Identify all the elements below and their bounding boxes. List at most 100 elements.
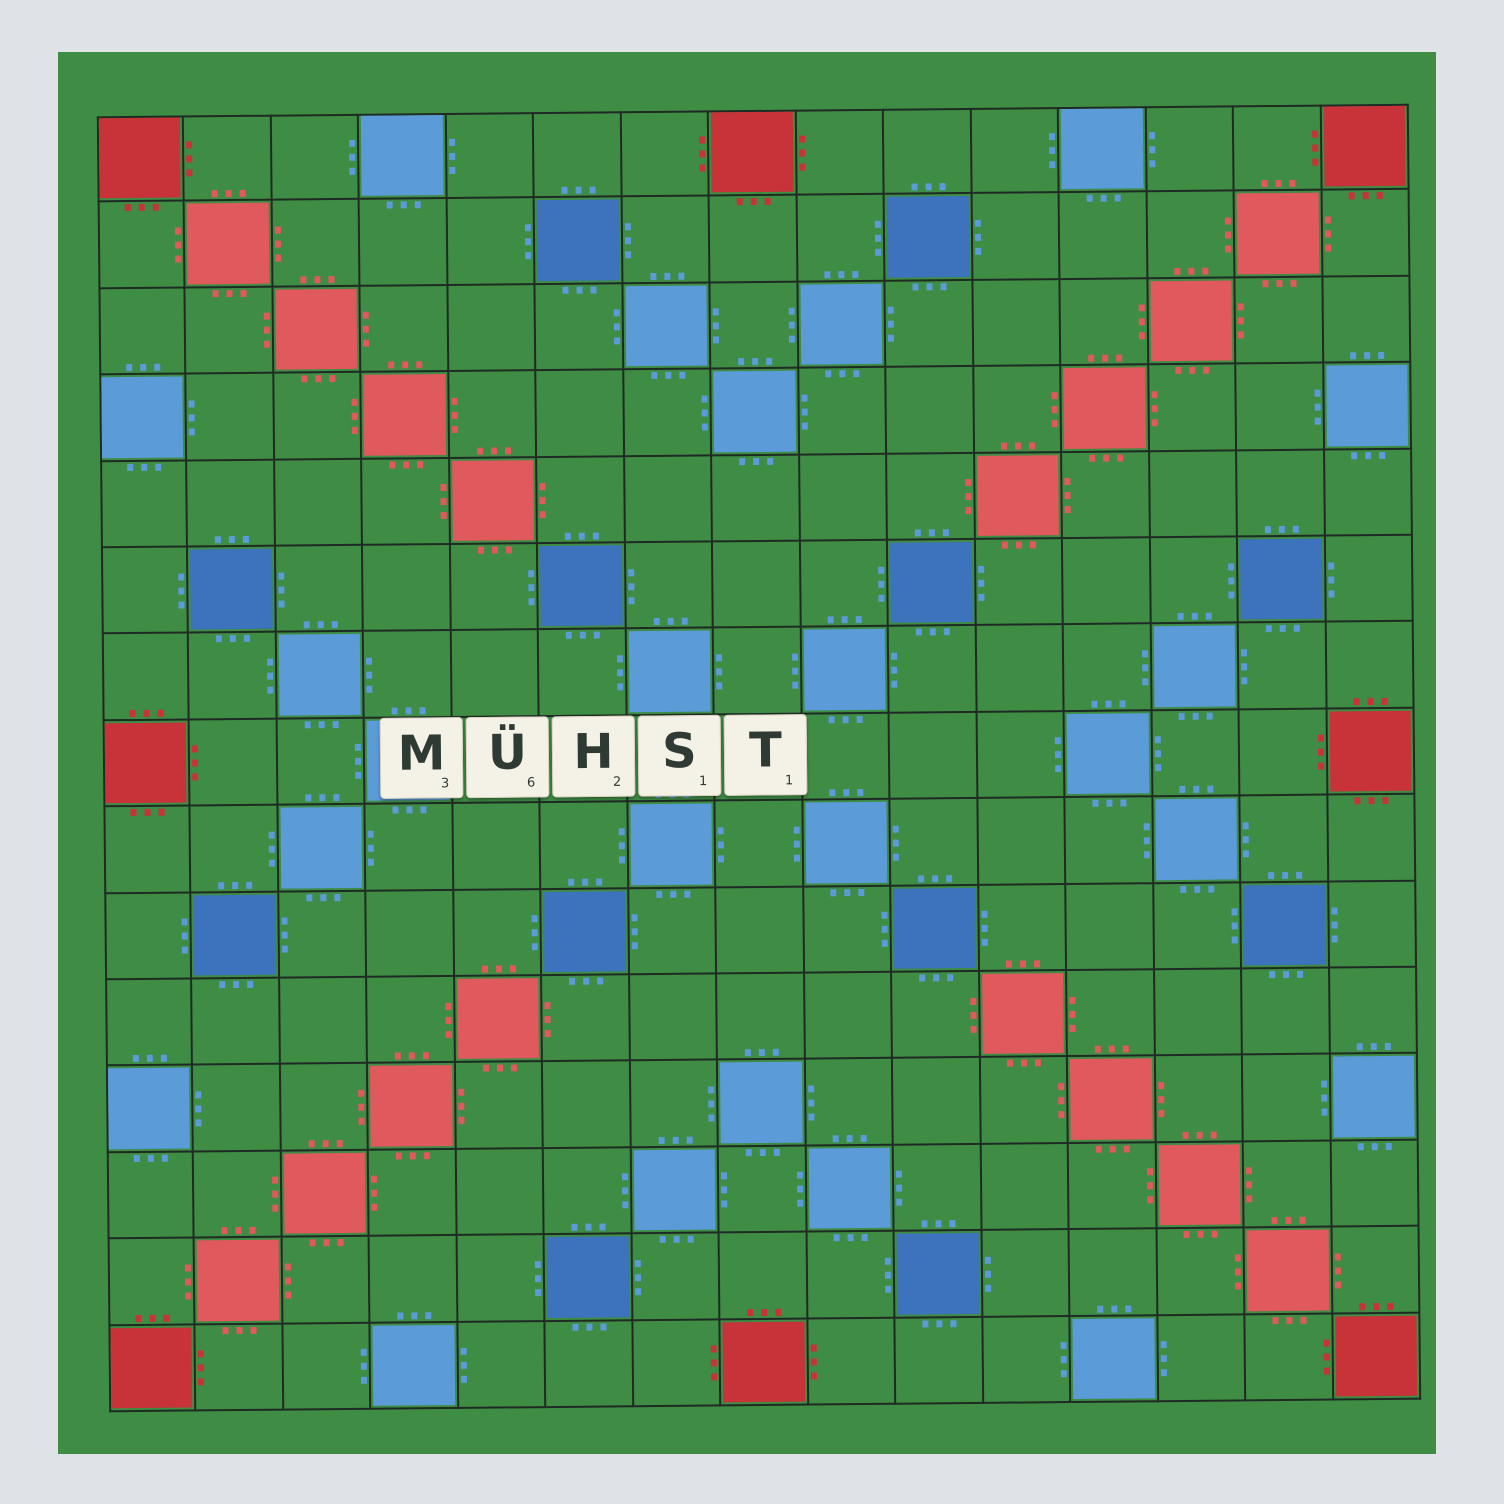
board-square[interactable]: [450, 544, 540, 632]
square-double-letter[interactable]: [1141, 613, 1248, 720]
board-square[interactable]: [456, 1148, 545, 1237]
board-square[interactable]: [185, 287, 275, 375]
board-square[interactable]: [369, 1149, 458, 1237]
board-square[interactable]: [275, 545, 365, 634]
board-square[interactable]: [100, 547, 190, 635]
letter-tile[interactable]: M 3: [379, 717, 464, 799]
square-double-letter[interactable]: [1143, 785, 1250, 893]
board-square[interactable]: [798, 367, 888, 456]
square-triple-word[interactable]: [1323, 1302, 1422, 1401]
board-square[interactable]: [97, 201, 186, 290]
letter-tile[interactable]: S 1: [637, 714, 722, 797]
board-square[interactable]: [895, 1317, 984, 1405]
board-square[interactable]: [718, 1146, 808, 1234]
board-square[interactable]: [1153, 882, 1243, 971]
board-square[interactable]: [1235, 277, 1324, 365]
square-double-word[interactable]: [1146, 1131, 1253, 1239]
board-square[interactable]: [978, 798, 1067, 886]
board-square[interactable]: [195, 1324, 285, 1412]
board-square[interactable]: [885, 280, 974, 368]
board-square[interactable]: [534, 111, 623, 199]
square-double-letter[interactable]: [701, 358, 808, 465]
board-square[interactable]: [274, 372, 363, 461]
square-triple-word[interactable]: [96, 115, 193, 212]
letter-tile[interactable]: H 2: [551, 715, 636, 798]
board-square[interactable]: [803, 886, 893, 974]
board-square[interactable]: [360, 285, 450, 373]
board-square[interactable]: [976, 625, 1065, 713]
board-square[interactable]: [1332, 1226, 1421, 1315]
square-triple-letter[interactable]: [531, 878, 638, 985]
board-square[interactable]: [886, 367, 975, 455]
board-square[interactable]: [1157, 1228, 1246, 1316]
board-square[interactable]: [1233, 104, 1323, 192]
square-double-word[interactable]: [969, 960, 1076, 1068]
square-triple-word[interactable]: [102, 709, 199, 817]
board-square[interactable]: [887, 453, 976, 541]
board-square[interactable]: [1152, 710, 1241, 798]
board-square[interactable]: [805, 1059, 894, 1147]
letter-tile[interactable]: T 1: [723, 714, 808, 796]
board-square[interactable]: [280, 1064, 370, 1152]
board-square[interactable]: [797, 195, 886, 283]
board-square[interactable]: [981, 1143, 1070, 1232]
square-double-letter[interactable]: [105, 1055, 202, 1162]
square-double-word[interactable]: [1051, 354, 1158, 462]
board-square[interactable]: [888, 626, 978, 714]
board-square[interactable]: [1069, 1229, 1158, 1317]
board-square[interactable]: [539, 629, 628, 717]
board-square[interactable]: [279, 891, 368, 979]
board-square[interactable]: [1157, 1314, 1247, 1403]
square-double-letter[interactable]: [788, 270, 895, 378]
square-triple-letter[interactable]: [181, 881, 288, 989]
board-square[interactable]: [1328, 881, 1418, 969]
board-square[interactable]: [1060, 279, 1149, 367]
square-double-word[interactable]: [1234, 1216, 1341, 1324]
square-double-word[interactable]: [185, 1227, 292, 1334]
board-square[interactable]: [360, 199, 449, 287]
board-square[interactable]: [540, 802, 630, 890]
board-square[interactable]: [457, 1235, 546, 1323]
board-square[interactable]: [719, 1232, 809, 1320]
board-square[interactable]: [883, 107, 973, 196]
square-double-letter[interactable]: [1049, 106, 1155, 203]
board-square[interactable]: [1154, 969, 1243, 1057]
square-double-word[interactable]: [1224, 180, 1331, 287]
square-double-word[interactable]: [445, 965, 551, 1073]
board-square[interactable]: [624, 456, 714, 544]
square-triple-letter[interactable]: [878, 529, 985, 636]
board-square[interactable]: [537, 456, 626, 545]
board-square[interactable]: [453, 803, 542, 891]
board-square[interactable]: [625, 542, 715, 630]
board-square[interactable]: [1067, 970, 1156, 1058]
board-square[interactable]: [1242, 1054, 1332, 1143]
board-square[interactable]: [629, 974, 719, 1062]
square-double-letter[interactable]: [618, 790, 725, 898]
board-square[interactable]: [808, 1318, 897, 1406]
board-square[interactable]: [713, 541, 802, 629]
board-square[interactable]: [446, 112, 535, 200]
board-square[interactable]: [1329, 967, 1418, 1055]
square-triple-word[interactable]: [699, 109, 806, 206]
board-square[interactable]: [709, 195, 799, 284]
board-square[interactable]: [980, 1057, 1069, 1145]
board-square[interactable]: [971, 107, 1060, 195]
square-triple-letter[interactable]: [881, 874, 988, 982]
board-square[interactable]: [633, 1319, 722, 1408]
board-square[interactable]: [104, 893, 193, 981]
square-double-word[interactable]: [1058, 1045, 1165, 1153]
board-square[interactable]: [978, 884, 1068, 972]
board-square[interactable]: [187, 460, 276, 548]
square-double-letter[interactable]: [361, 1311, 467, 1410]
board-square[interactable]: [717, 973, 806, 1061]
board-square[interactable]: [1063, 538, 1152, 626]
square-triple-letter[interactable]: [535, 1223, 641, 1331]
board-square[interactable]: [1146, 105, 1235, 193]
board-square[interactable]: [1324, 449, 1413, 537]
board-square[interactable]: [1331, 1140, 1420, 1228]
square-double-word[interactable]: [351, 361, 458, 469]
board-square[interactable]: [1237, 450, 1326, 538]
board-square[interactable]: [807, 1231, 896, 1320]
board-square[interactable]: [1065, 797, 1154, 885]
square-triple-word[interactable]: [1311, 103, 1410, 200]
